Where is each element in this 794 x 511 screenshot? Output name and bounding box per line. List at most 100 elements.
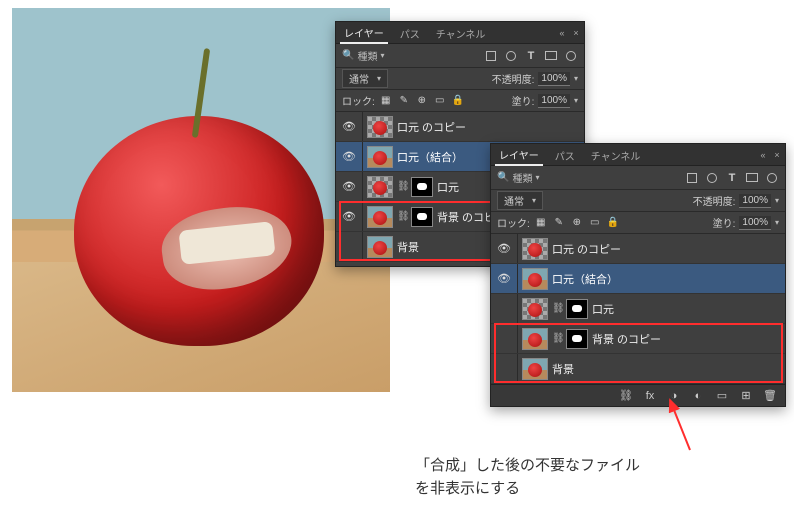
lock-all-icon[interactable]: 🔒 [606, 216, 620, 230]
chevron-down-icon[interactable]: ▾ [574, 74, 578, 83]
layer-name[interactable]: 口元（結合） [552, 271, 618, 287]
filter-adjust-icon[interactable] [504, 50, 518, 62]
fill-value[interactable]: 100% [538, 94, 570, 108]
lock-all-icon[interactable]: 🔒 [451, 94, 465, 108]
layer-thumbnail[interactable] [367, 116, 393, 138]
filter-type-icon[interactable]: T [524, 50, 538, 62]
filter-pixel-icon[interactable] [685, 172, 699, 184]
lock-pixels-icon[interactable]: ▦ [534, 216, 548, 230]
mask-link-icon[interactable]: ⛓ [552, 333, 562, 344]
visibility-toggle[interactable]: 👁 [495, 362, 513, 375]
layers-bottom-bar: ⛓ fx ◑ ◐ ▭ ⊞ 🗑 [491, 384, 785, 406]
tab-layers[interactable]: レイヤー [340, 22, 388, 44]
lock-brush-icon[interactable]: ✎ [397, 94, 411, 108]
tab-channels[interactable]: チャンネル [432, 23, 490, 43]
filter-shape-icon[interactable] [745, 172, 759, 184]
layer-row[interactable]: 👁 口元 のコピー [491, 234, 785, 264]
layer-thumbnail[interactable] [367, 206, 393, 228]
collapse-icon[interactable]: « [558, 29, 566, 37]
layer-filter-type[interactable]: 🔍 種類 ▾ [342, 48, 384, 63]
tab-paths[interactable]: パス [551, 145, 579, 165]
group-icon[interactable]: ▭ [715, 389, 729, 402]
filter-smart-icon[interactable] [765, 172, 779, 184]
visibility-toggle[interactable]: 👁 [495, 302, 513, 315]
layer-row[interactable]: 👁 口元（結合） [491, 264, 785, 294]
layer-name[interactable]: 口元 のコピー [397, 119, 466, 135]
layer-thumbnail[interactable] [522, 298, 548, 320]
chevron-down-icon[interactable]: ▾ [574, 96, 578, 105]
lock-pixels-icon[interactable]: ▦ [379, 94, 393, 108]
layer-name[interactable]: 口元 のコピー [552, 241, 621, 257]
chevron-down-icon[interactable]: ▾ [775, 196, 779, 205]
chevron-down-icon[interactable]: ▾ [775, 218, 779, 227]
layer-name[interactable]: 背景 [552, 361, 574, 377]
fill-value[interactable]: 100% [739, 216, 771, 230]
filter-pixel-icon[interactable] [484, 50, 498, 62]
layer-filter-type[interactable]: 🔍 種類 ▾ [497, 170, 539, 185]
visibility-toggle[interactable]: 👁 [340, 210, 358, 223]
layers-panel-after: レイヤー パス チャンネル « × 🔍 種類 ▾ T 通常 ▾ 不透明度: 10… [490, 143, 786, 407]
blend-mode-value: 通常 [504, 193, 524, 208]
filter-shape-icon[interactable] [544, 50, 558, 62]
blend-mode-select[interactable]: 通常 ▾ [497, 191, 543, 210]
mask-link-icon[interactable]: ⛓ [552, 303, 562, 314]
opacity-value[interactable]: 100% [538, 72, 570, 86]
visibility-toggle[interactable]: 👁 [495, 332, 513, 345]
layer-mask-thumbnail[interactable] [411, 177, 433, 197]
layer-mask-thumbnail[interactable] [411, 207, 433, 227]
filter-smart-icon[interactable] [564, 50, 578, 62]
lock-artboard-icon[interactable]: ▭ [588, 216, 602, 230]
opacity-label: 不透明度: [693, 193, 736, 208]
close-icon[interactable]: × [572, 29, 580, 37]
fx-icon[interactable]: fx [643, 390, 657, 402]
filter-type-icon[interactable]: T [725, 172, 739, 184]
layer-name[interactable]: 口元（結合） [397, 149, 463, 165]
delete-icon[interactable]: 🗑 [763, 389, 777, 402]
layer-name[interactable]: 背景 のコピー [592, 331, 661, 347]
blend-mode-select[interactable]: 通常 ▾ [342, 69, 388, 88]
layer-name[interactable]: 口元 [592, 301, 614, 317]
visibility-toggle[interactable]: 👁 [495, 242, 513, 255]
visibility-toggle[interactable]: 👁 [340, 150, 358, 163]
layer-row[interactable]: 👁 ⛓ 背景 のコピー [491, 324, 785, 354]
layer-mask-thumbnail[interactable] [566, 299, 588, 319]
filter-adjust-icon[interactable] [705, 172, 719, 184]
tab-paths[interactable]: パス [396, 23, 424, 43]
close-icon[interactable]: × [773, 151, 781, 159]
blend-bar: 通常 ▾ 不透明度: 100% ▾ [336, 68, 584, 90]
layer-row[interactable]: 👁 背景 [491, 354, 785, 384]
new-layer-icon[interactable]: ⊞ [739, 389, 753, 402]
layer-thumbnail[interactable] [522, 268, 548, 290]
tab-channels[interactable]: チャンネル [587, 145, 645, 165]
layer-thumbnail[interactable] [367, 236, 393, 258]
visibility-toggle[interactable]: 👁 [340, 240, 358, 253]
lock-artboard-icon[interactable]: ▭ [433, 94, 447, 108]
layer-thumbnail[interactable] [367, 146, 393, 168]
lock-brush-icon[interactable]: ✎ [552, 216, 566, 230]
chevron-down-icon: ▾ [535, 173, 539, 182]
fill-label: 塗り: [512, 93, 535, 108]
visibility-toggle[interactable]: 👁 [495, 272, 513, 285]
collapse-icon[interactable]: « [759, 151, 767, 159]
layer-mask-thumbnail[interactable] [566, 329, 588, 349]
visibility-toggle[interactable]: 👁 [340, 120, 358, 133]
blend-bar: 通常 ▾ 不透明度: 100% ▾ [491, 190, 785, 212]
mask-icon[interactable]: ◑ [667, 390, 681, 402]
layer-name[interactable]: 口元 [437, 179, 459, 195]
layer-thumbnail[interactable] [522, 328, 548, 350]
link-layers-icon[interactable]: ⛓ [619, 389, 633, 402]
layer-thumbnail[interactable] [367, 176, 393, 198]
tab-layers[interactable]: レイヤー [495, 144, 543, 166]
visibility-toggle[interactable]: 👁 [340, 180, 358, 193]
lock-position-icon[interactable]: ⊕ [415, 94, 429, 108]
layer-row[interactable]: 👁 口元 のコピー [336, 112, 584, 142]
adjustment-icon[interactable]: ◐ [691, 390, 705, 402]
layer-name[interactable]: 背景 [397, 239, 419, 255]
layer-row[interactable]: 👁 ⛓ 口元 [491, 294, 785, 324]
mask-link-icon[interactable]: ⛓ [397, 181, 407, 192]
opacity-value[interactable]: 100% [739, 194, 771, 208]
layer-thumbnail[interactable] [522, 238, 548, 260]
layer-thumbnail[interactable] [522, 358, 548, 380]
lock-position-icon[interactable]: ⊕ [570, 216, 584, 230]
mask-link-icon[interactable]: ⛓ [397, 211, 407, 222]
